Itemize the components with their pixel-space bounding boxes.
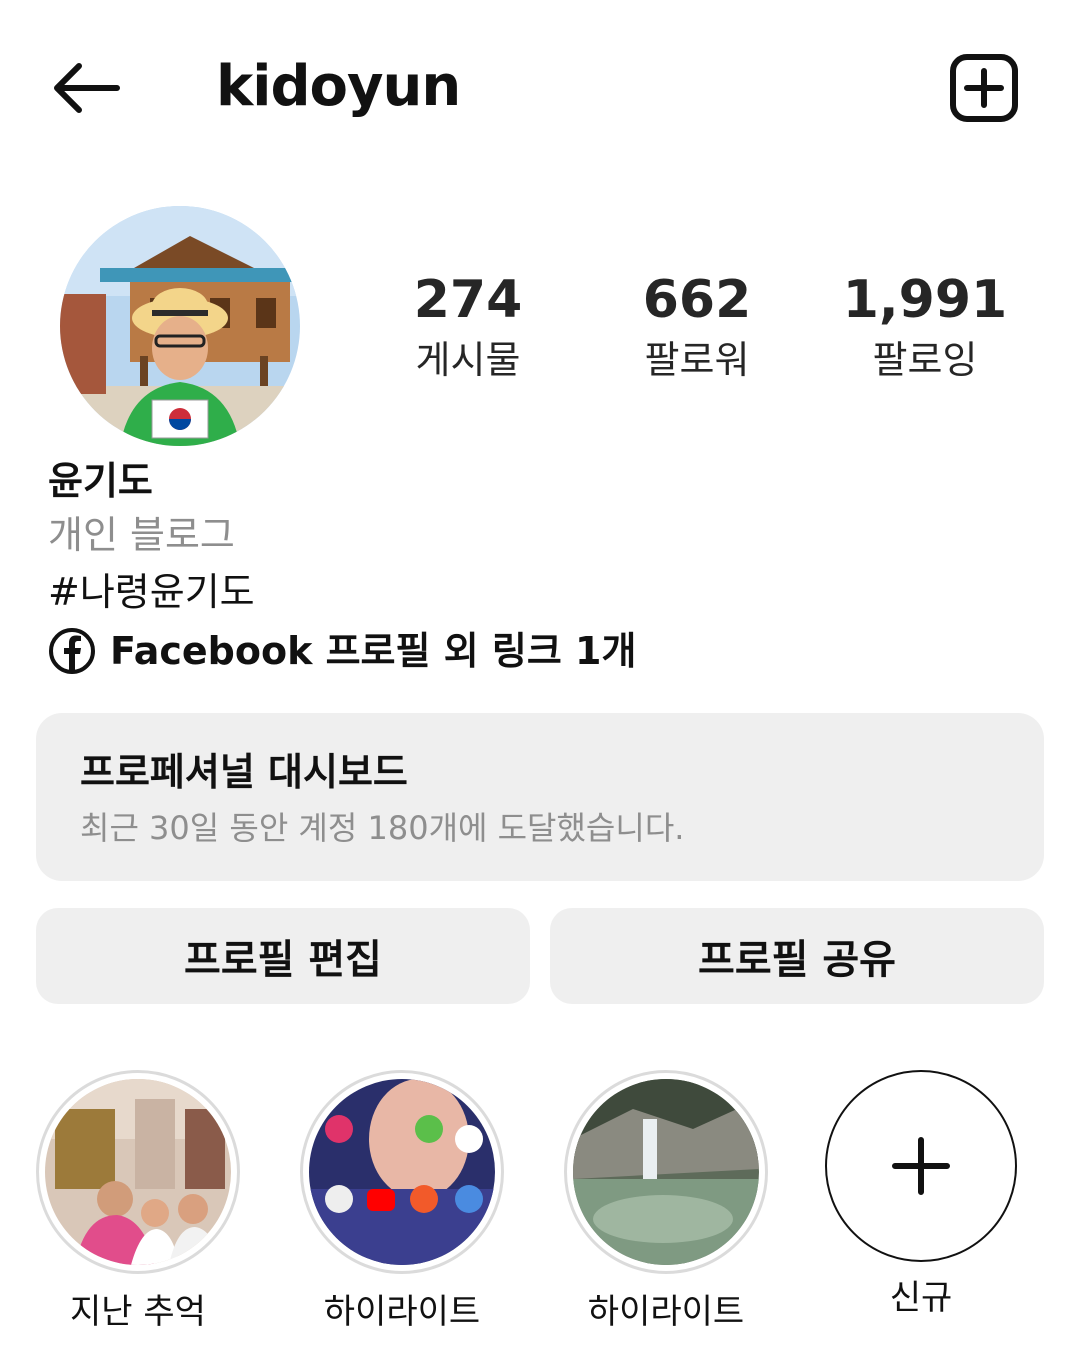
stat-posts[interactable]: 274 게시물	[368, 268, 568, 386]
followers-count: 662	[642, 270, 752, 330]
posts-label: 게시물	[415, 338, 521, 382]
following-count: 1,991	[842, 270, 1008, 330]
posts-count: 274	[413, 270, 523, 330]
stat-following[interactable]: 1,991 팔로잉	[825, 268, 1025, 386]
professional-dashboard[interactable]: 프로페셔널 대시보드 최근 30일 동안 계정 180개에 도달했습니다.	[36, 713, 1044, 881]
link-text: Facebook 프로필 외 링크 1개	[110, 629, 637, 673]
profile-links[interactable]: Facebook 프로필 외 링크 1개	[48, 622, 636, 680]
highlight-ring	[36, 1070, 240, 1274]
highlight-item[interactable]: 지난 추억	[33, 1070, 243, 1336]
profile-avatar[interactable]	[60, 206, 300, 446]
display-name: 윤기도	[48, 459, 153, 503]
highlight-cover-image	[573, 1079, 759, 1265]
highlight-item[interactable]: 하이라이트	[561, 1070, 771, 1336]
new-post-button[interactable]	[944, 50, 1024, 126]
profile-username: kidoyun	[216, 54, 461, 119]
followers-label: 팔로워	[644, 338, 750, 382]
new-highlight-ring	[825, 1070, 1017, 1262]
following-label: 팔로잉	[872, 338, 978, 382]
highlight-label: 하이라이트	[587, 1292, 745, 1332]
highlight-ring	[564, 1070, 768, 1274]
dashboard-subtitle: 최근 30일 동안 계정 180개에 도달했습니다.	[80, 809, 685, 847]
facebook-icon	[49, 628, 95, 674]
plus-square-icon	[950, 54, 1018, 122]
edit-profile-button[interactable]: 프로필 편집	[36, 908, 530, 1004]
back-button[interactable]	[40, 50, 130, 126]
highlight-cover-image	[45, 1079, 231, 1265]
stat-followers[interactable]: 662 팔로워	[597, 268, 797, 386]
highlight-label: 지난 추억	[70, 1292, 206, 1332]
highlight-cover-image	[309, 1079, 495, 1265]
highlight-label: 하이라이트	[323, 1292, 481, 1332]
dashboard-title: 프로페셔널 대시보드	[80, 750, 408, 794]
highlight-item[interactable]: 하이라이트	[297, 1070, 507, 1336]
bio-hashtag[interactable]: #나령윤기도	[48, 562, 255, 622]
profile-category: 개인 블로그	[48, 513, 235, 557]
highlight-ring	[300, 1070, 504, 1274]
new-highlight[interactable]: 신규	[816, 1070, 1026, 1322]
share-profile-button[interactable]: 프로필 공유	[550, 908, 1044, 1004]
new-highlight-label: 신규	[889, 1278, 953, 1318]
plus-icon	[892, 1137, 950, 1195]
arrow-left-icon	[54, 63, 120, 113]
profile-photo	[60, 206, 300, 446]
